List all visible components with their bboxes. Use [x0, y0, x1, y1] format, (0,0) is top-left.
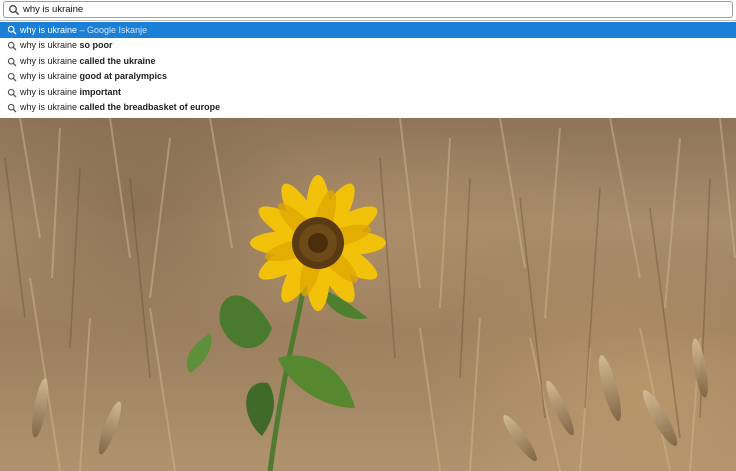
search-box[interactable]: [3, 1, 733, 18]
suggestion-prefix: why is ukraine: [20, 102, 80, 112]
background-photo: [0, 118, 736, 471]
suggestion-item[interactable]: why is ukraine called the breadbasket of…: [0, 100, 736, 116]
search-suggestions-list: why is ukraine – Google Iskanje why is uk…: [0, 22, 736, 118]
suggestion-prefix: why is ukraine: [20, 86, 80, 97]
search-icon: [7, 25, 17, 35]
search-icon: [7, 72, 17, 82]
suggestion-completion: important: [79, 86, 122, 97]
suggestion-prefix: why is ukraine: [20, 55, 80, 66]
suggestion-completion: called the breadbasket of europe: [79, 102, 221, 112]
suggestion-completion: good at paralympics: [79, 71, 168, 81]
search-icon: [7, 41, 17, 51]
suggestion-prefix: why is ukraine: [20, 71, 80, 81]
search-icon: [9, 5, 20, 16]
suggestion-item[interactable]: why is ukraine – Google Iskanje: [0, 22, 736, 38]
search-icon: [7, 88, 17, 97]
search-icon: [7, 57, 17, 66]
search-bar: [0, 0, 736, 21]
suggestion-completion: called the ukraine: [79, 55, 156, 66]
suggestion-item[interactable]: why is ukraine called the ukraine: [0, 54, 736, 70]
search-input[interactable]: [23, 2, 723, 17]
search-engine-label: – Google Iskanje: [77, 25, 148, 35]
search-icon: [7, 103, 17, 113]
suggestion-prefix: why is ukraine: [20, 40, 80, 50]
suggestion-completion: so poor: [79, 40, 113, 50]
suggestion-item[interactable]: why is ukraine important: [0, 85, 736, 101]
browser-viewport: why is ukraine – Google Iskanjewhy is uk…: [0, 0, 736, 471]
sunflower-in-wheat-field-image: [4, 118, 736, 471]
suggestion-item[interactable]: why is ukraine good at paralympics: [0, 69, 736, 85]
suggestion-prefix: why is ukraine: [20, 25, 78, 35]
suggestion-item[interactable]: why is ukraine so poor: [0, 38, 736, 54]
